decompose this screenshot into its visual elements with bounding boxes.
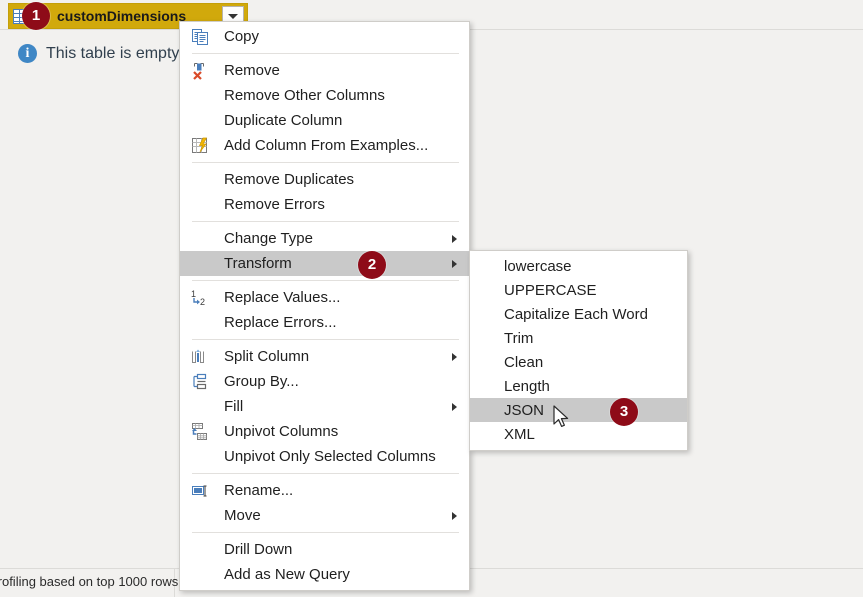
menu-item-replace-values[interactable]: 1 2 Replace Values...: [180, 285, 469, 310]
submenu-item-label: lowercase: [504, 257, 572, 275]
menu-item-label: Transform: [224, 255, 292, 272]
menu-item-remove-other-columns[interactable]: Remove Other Columns: [180, 83, 469, 108]
menu-item-label: Move: [224, 507, 261, 524]
chevron-right-icon: [452, 234, 457, 243]
submenu-item-length[interactable]: Length: [470, 374, 687, 398]
menu-item-unpivot-columns[interactable]: Unpivot Columns: [180, 419, 469, 444]
column-context-menu[interactable]: Copy Remove Remove Other Columns Duplica…: [179, 21, 470, 591]
submenu-item-clean[interactable]: Clean: [470, 350, 687, 374]
submenu-item-uppercase[interactable]: UPPERCASE: [470, 278, 687, 302]
rename-icon: [191, 482, 211, 500]
menu-item-label: Group By...: [224, 373, 299, 390]
chevron-right-icon: [452, 511, 457, 520]
step-badge-2: 2: [358, 251, 386, 279]
menu-item-add-as-new-query[interactable]: Add as New Query: [180, 562, 469, 587]
submenu-item-json[interactable]: JSON: [470, 398, 687, 422]
menu-separator: [192, 473, 459, 474]
chevron-right-icon: [452, 352, 457, 361]
menu-item-label: Unpivot Only Selected Columns: [224, 448, 436, 465]
menu-item-transform[interactable]: Transform: [180, 251, 469, 276]
menu-item-label: Replace Errors...: [224, 314, 337, 331]
menu-item-label: Duplicate Column: [224, 112, 343, 129]
menu-item-move[interactable]: Move: [180, 503, 469, 528]
menu-item-label: Remove: [224, 62, 280, 79]
menu-item-drill-down[interactable]: Drill Down: [180, 537, 469, 562]
remove-column-icon: [191, 62, 211, 80]
menu-item-label: Rename...: [224, 482, 294, 499]
group-by-icon: [191, 373, 211, 391]
menu-item-label: Remove Errors: [224, 196, 325, 213]
submenu-item-label: Length: [504, 377, 550, 395]
menu-item-label: Change Type: [224, 230, 313, 247]
svg-text:2: 2: [200, 297, 205, 307]
chevron-right-icon: [452, 259, 457, 268]
menu-item-label: Remove Other Columns: [224, 87, 385, 104]
menu-item-fill[interactable]: Fill: [180, 394, 469, 419]
menu-item-remove-duplicates[interactable]: Remove Duplicates: [180, 167, 469, 192]
chevron-right-icon: [452, 402, 457, 411]
replace-values-icon: 1 2: [191, 289, 211, 307]
menu-item-copy[interactable]: Copy: [180, 24, 469, 49]
menu-item-label: Replace Values...: [224, 289, 341, 306]
menu-item-duplicate-column[interactable]: Duplicate Column: [180, 108, 469, 133]
menu-item-add-column-from-examples[interactable]: Add Column From Examples...: [180, 133, 469, 158]
svg-text:1: 1: [191, 289, 196, 299]
submenu-item-label: XML: [504, 425, 535, 443]
menu-item-label: Remove Duplicates: [224, 171, 355, 188]
submenu-item-capitalize-each-word[interactable]: Capitalize Each Word: [470, 302, 687, 326]
split-column-icon: [191, 348, 211, 366]
step-badge-1: 1: [22, 2, 50, 30]
submenu-item-lowercase[interactable]: lowercase: [470, 254, 687, 278]
submenu-item-trim[interactable]: Trim: [470, 326, 687, 350]
step-badge-3: 3: [610, 398, 638, 426]
empty-table-message: i This table is empty.: [18, 44, 183, 63]
add-column-from-examples-icon: [191, 137, 211, 155]
submenu-item-label: Capitalize Each Word: [504, 305, 648, 323]
menu-separator: [192, 53, 459, 54]
unpivot-columns-icon: [191, 422, 211, 441]
menu-item-remove[interactable]: Remove: [180, 58, 469, 83]
menu-item-label: Add Column From Examples...: [224, 137, 429, 154]
menu-separator: [192, 162, 459, 163]
status-bar-text: Column profiling based on top 1000 rows: [0, 574, 179, 589]
menu-separator: [192, 221, 459, 222]
info-icon: i: [18, 44, 37, 63]
menu-item-label: Unpivot Columns: [224, 423, 339, 440]
menu-item-unpivot-only-selected-columns[interactable]: Unpivot Only Selected Columns: [180, 444, 469, 469]
menu-item-change-type[interactable]: Change Type: [180, 226, 469, 251]
menu-item-label: Drill Down: [224, 541, 293, 558]
menu-item-remove-errors[interactable]: Remove Errors: [180, 192, 469, 217]
copy-icon: [191, 28, 211, 46]
menu-separator: [192, 339, 459, 340]
submenu-item-label: UPPERCASE: [504, 281, 597, 299]
menu-item-label: Fill: [224, 398, 244, 415]
menu-item-label: Split Column: [224, 348, 310, 365]
menu-item-replace-errors[interactable]: Replace Errors...: [180, 310, 469, 335]
submenu-item-label: Clean: [504, 353, 544, 371]
menu-item-rename[interactable]: Rename...: [180, 478, 469, 503]
menu-separator: [192, 280, 459, 281]
menu-item-split-column[interactable]: Split Column: [180, 344, 469, 369]
submenu-item-label: Trim: [504, 329, 534, 347]
transform-submenu[interactable]: lowercase UPPERCASE Capitalize Each Word…: [469, 250, 688, 451]
empty-table-message-text: This table is empty.: [46, 44, 183, 62]
menu-item-group-by[interactable]: Group By...: [180, 369, 469, 394]
menu-item-label: Add as New Query: [224, 566, 350, 583]
menu-item-label: Copy: [224, 28, 260, 45]
submenu-item-label: JSON: [504, 401, 545, 419]
menu-separator: [192, 532, 459, 533]
submenu-item-xml[interactable]: XML: [470, 422, 687, 446]
